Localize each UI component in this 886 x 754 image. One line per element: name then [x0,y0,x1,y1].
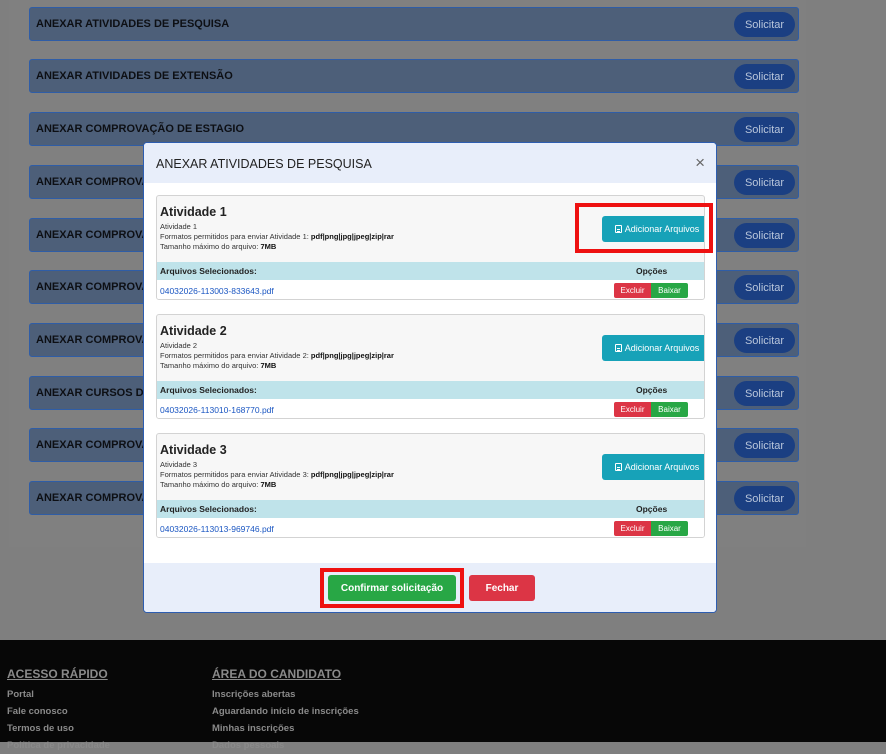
selected-files-label: Arquivos Selecionados: [160,385,257,395]
solicitar-button[interactable]: Solicitar [734,486,795,511]
file-link[interactable]: 04032026-113013-969746.pdf [160,524,274,534]
solicitar-button[interactable]: Solicitar [734,64,795,89]
solicitar-button[interactable]: Solicitar [734,12,795,37]
activity-title: Atividade 3 [160,443,227,457]
footer-link-open-registrations[interactable]: Inscrições abertas [212,686,359,703]
request-row-label: ANEXAR ATIVIDADES DE PESQUISA [36,18,230,30]
footer-heading: ACESSO RÁPIDO [7,667,108,681]
footer-link-contact[interactable]: Fale conosco [7,703,110,720]
solicitar-button[interactable]: Solicitar [734,433,795,458]
site-footer: ACESSO RÁPIDO Portal Fale conosco Termos… [0,640,886,751]
download-button[interactable]: Baixar [651,521,688,536]
download-button[interactable]: Baixar [651,283,688,298]
add-files-button[interactable]: Adicionar Arquivos [602,335,704,361]
request-row: ANEXAR ATIVIDADES DE PESQUISA Solicitar [29,7,799,41]
file-link[interactable]: 04032026-113003-833643.pdf [160,286,274,296]
highlight-box [320,568,464,608]
close-icon[interactable]: × [695,153,705,173]
download-button[interactable]: Baixar [651,402,688,417]
solicitar-button[interactable]: Solicitar [734,223,795,248]
request-row: ANEXAR COMPROVAÇÃO DE ESTAGIO Solicitar [29,112,799,146]
file-link[interactable]: 04032026-113010-168770.pdf [160,405,274,415]
footer-candidate-area: ÁREA DO CANDIDATO Inscrições abertas Agu… [212,667,359,754]
highlight-box [575,203,713,253]
file-row: 04032026-113010-168770.pdf Excluir Baixa… [157,399,704,418]
selected-files-label: Arquivos Selecionados: [160,266,257,276]
request-row-label: ANEXAR ATIVIDADES DE EXTENSÃO [36,70,233,82]
footer-link-awaiting-registrations[interactable]: Aguardando início de inscrições [212,703,359,720]
footer-link-privacy[interactable]: Política de privacidade [7,737,110,754]
activity-card: Atividade 2 Atividade 2 Formatos permiti… [156,314,705,419]
allowed-formats: Formatos permitidos para enviar Atividad… [160,232,394,241]
options-label: Opções [636,385,668,395]
activity-subtitle: Atividade 2 [160,341,198,350]
activity-subtitle: Atividade 3 [160,460,198,469]
solicitar-button[interactable]: Solicitar [734,117,795,142]
activity-title: Atividade 1 [160,205,227,219]
file-icon [614,463,622,471]
modal-title: ANEXAR ATIVIDADES DE PESQUISA [156,157,372,171]
file-row: 04032026-113013-969746.pdf Excluir Baixa… [157,518,704,537]
close-button[interactable]: Fechar [469,575,535,601]
allowed-formats: Formatos permitidos para enviar Atividad… [160,351,394,360]
footer-heading: ÁREA DO CANDIDATO [212,667,342,681]
footer-link-my-registrations[interactable]: Minhas inscrições [212,720,359,737]
file-row: 04032026-113003-833643.pdf Excluir Baixa… [157,280,704,299]
allowed-formats: Formatos permitidos para enviar Atividad… [160,470,394,479]
modal-body: Atividade 1 Atividade 1 Formatos permiti… [144,183,716,563]
modal-header: ANEXAR ATIVIDADES DE PESQUISA × [144,143,716,183]
delete-button[interactable]: Excluir [614,283,651,298]
solicitar-button[interactable]: Solicitar [734,170,795,195]
footer-link-personal-data[interactable]: Dados pessoais [212,737,359,754]
selected-files-label: Arquivos Selecionados: [160,504,257,514]
selected-files-header: Arquivos Selecionados: Opções [157,500,704,518]
modal-footer: Confirmar solicitação Fechar [144,563,716,612]
selected-files-header: Arquivos Selecionados: Opções [157,381,704,399]
footer-quick-access: ACESSO RÁPIDO Portal Fale conosco Termos… [7,667,110,754]
solicitar-button[interactable]: Solicitar [734,381,795,406]
options-label: Opções [636,266,668,276]
activity-subtitle: Atividade 1 [160,222,198,231]
solicitar-button[interactable]: Solicitar [734,275,795,300]
add-files-button[interactable]: Adicionar Arquivos [602,454,704,480]
file-icon [614,344,622,352]
max-file-size: Tamanho máximo do arquivo: 7MB [160,242,277,251]
request-row-label: ANEXAR COMPROVAÇÃO DE ESTAGIO [36,123,244,135]
delete-button[interactable]: Excluir [614,521,651,536]
attach-modal: ANEXAR ATIVIDADES DE PESQUISA × Atividad… [143,142,717,613]
request-row: ANEXAR ATIVIDADES DE EXTENSÃO Solicitar [29,59,799,93]
activity-card: Atividade 3 Atividade 3 Formatos permiti… [156,433,705,538]
solicitar-button[interactable]: Solicitar [734,328,795,353]
max-file-size: Tamanho máximo do arquivo: 7MB [160,480,277,489]
activity-title: Atividade 2 [160,324,227,338]
delete-button[interactable]: Excluir [614,402,651,417]
footer-link-terms[interactable]: Termos de uso [7,720,110,737]
options-label: Opções [636,504,668,514]
footer-link-portal[interactable]: Portal [7,686,110,703]
selected-files-header: Arquivos Selecionados: Opções [157,262,704,280]
max-file-size: Tamanho máximo do arquivo: 7MB [160,361,277,370]
